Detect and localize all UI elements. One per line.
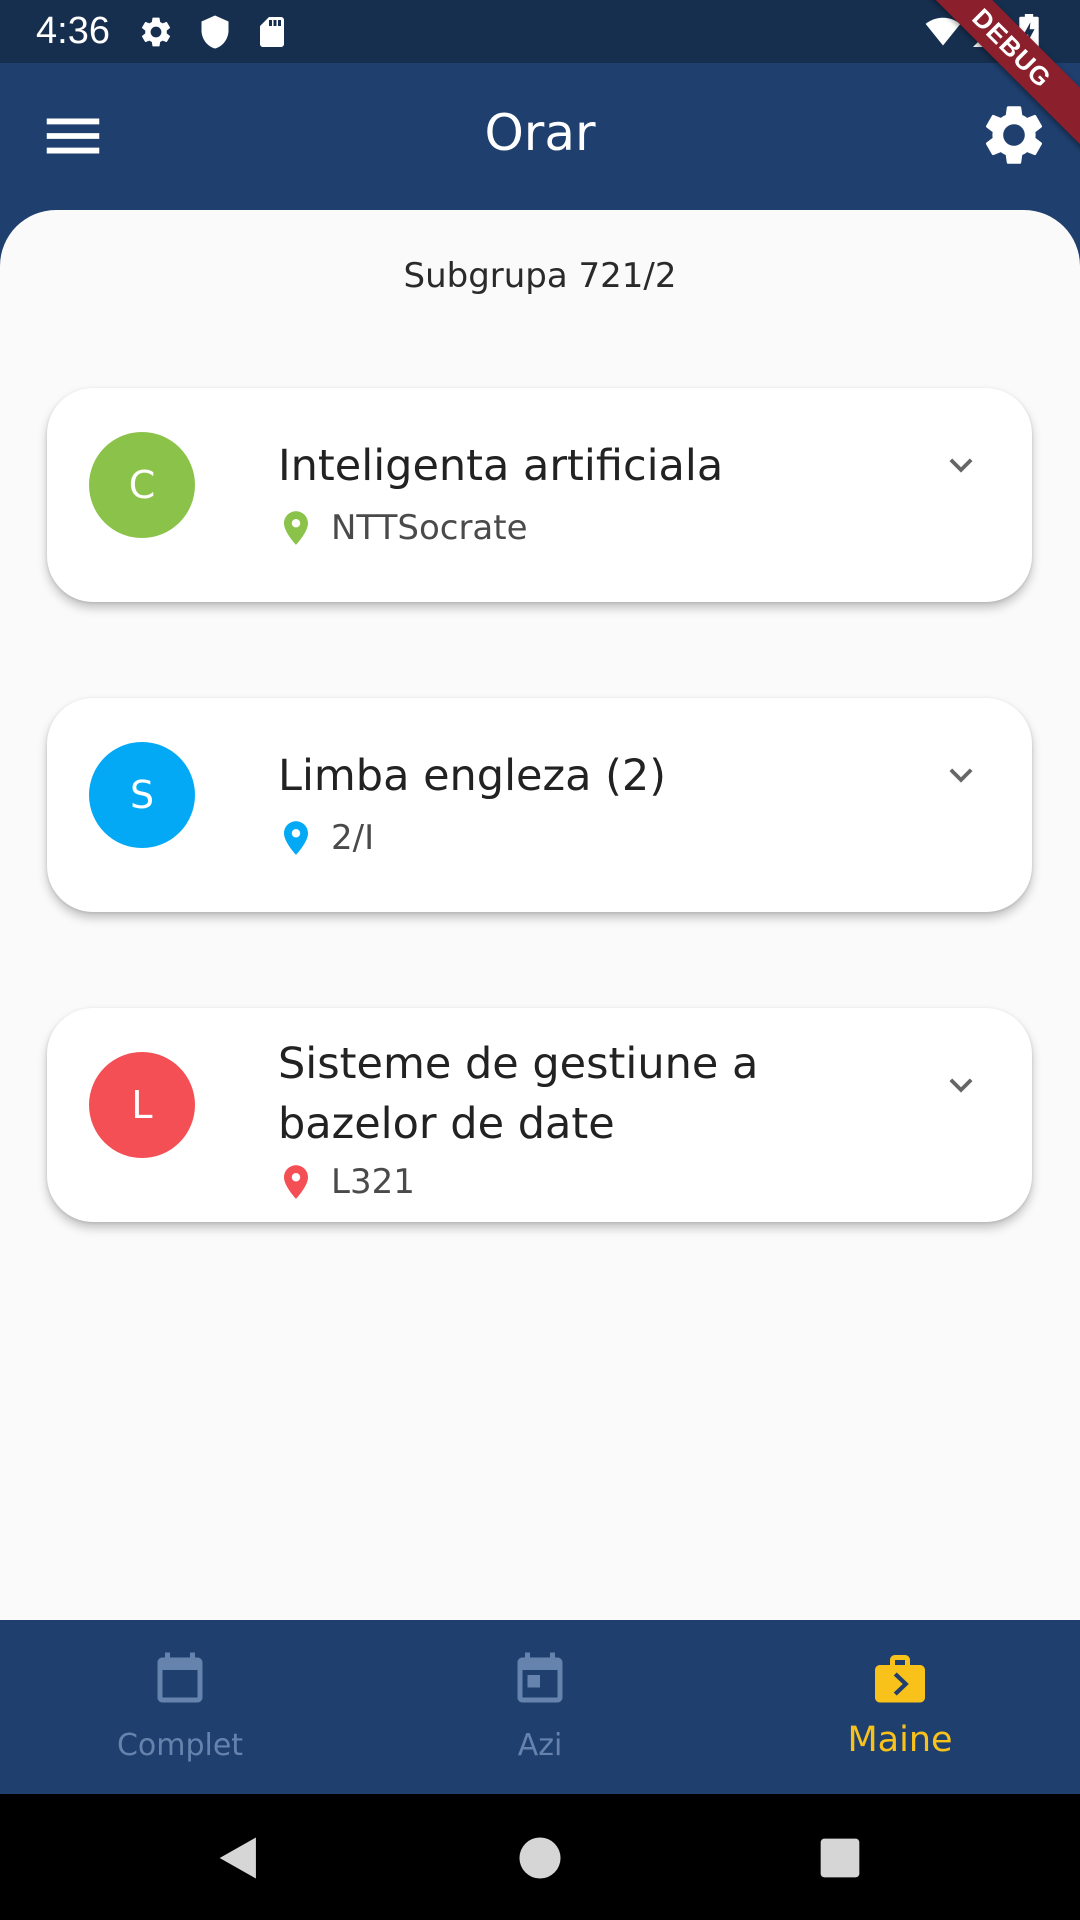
recents-icon[interactable] [811,1829,869,1887]
location-text: NTTSocrate [331,508,528,548]
course-location: NTTSocrate [281,506,528,550]
course-card[interactable]: C Inteligenta artificiala NTTSocrate [47,388,1032,602]
status-bar: 4:36 DEBUG [0,0,1080,155]
nav-label: Maine [847,1720,953,1760]
course-avatar: L [89,1052,195,1158]
bottom-nav: Complet Azi Maine [0,1620,1080,1794]
nav-label: Complet [116,1728,244,1763]
app-screen: 4:36 DEBUG Orar Subgrupa 721/2 C Intelig… [0,0,1080,1920]
schedule-panel: Subgrupa 721/2 C Inteligenta artificiala… [0,210,1080,1620]
course-location: 2/I [281,816,374,860]
course-location: L321 [281,1160,415,1204]
gear-icon [985,106,1043,164]
home-icon[interactable] [511,1829,569,1887]
location-pin-icon [281,1164,311,1200]
chevron-down-icon[interactable] [938,752,984,798]
gear-icon [138,14,174,50]
back-icon[interactable] [210,1829,268,1887]
nav-tab-azi[interactable]: Azi [360,1620,720,1794]
status-time: 4:36 [36,10,110,52]
settings-button[interactable] [978,99,1050,171]
subgroup-label: Subgrupa 721/2 [403,256,677,296]
course-card[interactable]: L Sisteme de gestiune a bazelor de date … [47,1008,1032,1222]
app-bar: Orar [0,63,1080,210]
chevron-down-icon[interactable] [938,442,984,488]
page-title: Orar [484,104,596,162]
chevron-down-icon[interactable] [938,1062,984,1108]
next-day-briefcase-icon [870,1650,930,1710]
course-card[interactable]: S Limba engleza (2) 2/I [47,698,1032,912]
nav-label: Azi [517,1728,563,1763]
calendar-icon [150,1650,210,1710]
course-name: Inteligenta artificiala [278,441,724,491]
location-pin-icon [281,820,311,856]
location-pin-icon [281,510,311,546]
location-text: L321 [331,1162,415,1202]
system-nav-bar [0,1794,1080,1920]
shield-icon [197,14,233,50]
course-name: Limba engleza (2) [278,751,667,801]
sd-card-icon [254,14,290,50]
calendar-today-icon [510,1650,570,1710]
course-avatar: C [89,432,195,538]
nav-tab-maine[interactable]: Maine [720,1620,1080,1794]
course-name: Sisteme de gestiune a bazelor de date [278,1039,759,1149]
nav-tab-complet[interactable]: Complet [0,1620,360,1794]
course-avatar: S [89,742,195,848]
location-text: 2/I [331,818,375,858]
